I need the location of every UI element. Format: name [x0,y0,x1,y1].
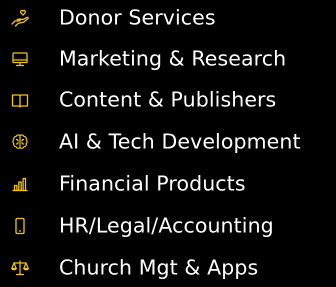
menu-item-label: Church Mgt & Apps [59,255,259,280]
balance-scale-icon [10,258,30,278]
menu-item-church-mgt-apps[interactable]: Church Mgt & Apps [0,250,336,286]
mobile-phone-icon [10,216,30,236]
monitor-icon [10,49,30,69]
menu-item-marketing-research[interactable]: Marketing & Research [0,41,336,77]
brain-icon [10,132,30,152]
services-menu: Donor Services Marketing & Research Cont… [0,0,336,287]
menu-item-donor-services[interactable]: Donor Services [0,0,336,36]
menu-item-content-publishers[interactable]: Content & Publishers [0,82,336,118]
menu-item-label: AI & Tech Development [59,129,301,154]
menu-item-label: Marketing & Research [59,46,287,71]
menu-item-label: HR/Legal/Accounting [59,213,274,238]
menu-item-label: Donor Services [59,5,216,30]
bar-chart-icon [10,174,30,194]
menu-item-label: Financial Products [59,171,246,196]
menu-item-hr-legal-accounting[interactable]: HR/Legal/Accounting [0,208,336,244]
menu-item-financial-products[interactable]: Financial Products [0,166,336,202]
menu-item-ai-tech-development[interactable]: AI & Tech Development [0,124,336,160]
hand-heart-icon [10,8,30,28]
open-book-icon [10,90,30,110]
menu-item-label: Content & Publishers [59,87,277,112]
